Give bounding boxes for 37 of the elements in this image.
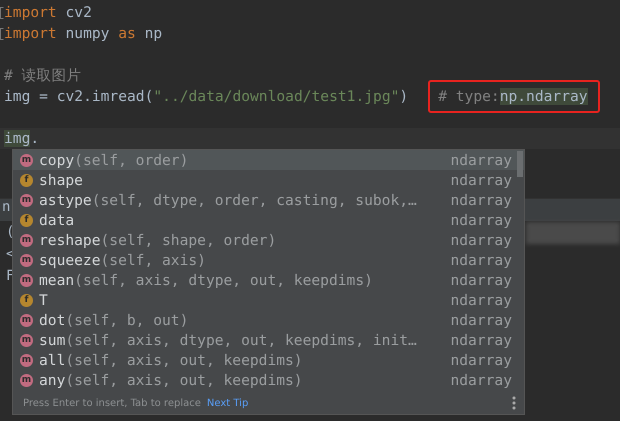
method-icon: m <box>20 314 33 326</box>
method-icon: m <box>20 254 33 266</box>
fold-marker-icon[interactable] <box>0 28 4 40</box>
method-icon: m <box>20 334 33 346</box>
next-tip-link[interactable]: Next Tip <box>206 398 248 408</box>
field-icon: f <box>20 214 33 226</box>
completion-item[interactable]: m all(self, axis, out, keepdims) ndarray <box>13 350 524 370</box>
completion-item[interactable]: m dot(self, b, out) ndarray <box>13 310 524 330</box>
code-text: import cv2 <box>4 4 92 21</box>
method-icon: m <box>20 154 33 166</box>
fold-marker-icon[interactable] <box>0 6 4 18</box>
field-icon: f <box>20 294 33 306</box>
code-text: # 读取图片 <box>4 66 82 85</box>
scrollbar-thumb[interactable] <box>517 151 523 177</box>
more-icon[interactable] <box>512 396 516 410</box>
completion-item[interactable]: f shape ndarray <box>13 170 524 190</box>
method-icon: m <box>20 234 33 246</box>
completion-item[interactable]: m copy(self, order) ndarray <box>13 150 524 170</box>
header-text: n <box>2 199 10 217</box>
type-comment: # type:np.ndarray <box>438 88 588 105</box>
console-text: ( <box>6 224 14 242</box>
completion-item[interactable]: m mean(self, axis, dtype, out, keepdims) ndarray <box>13 270 524 290</box>
completion-item[interactable]: f data ndarray <box>13 210 524 230</box>
completion-item[interactable]: f T ndarray <box>13 290 524 310</box>
code-text: img = cv2.imread("../data/download/test1.jpg") <box>4 88 408 105</box>
method-icon: m <box>20 274 33 286</box>
completion-item[interactable]: m any(self, axis, out, keepdims) ndarray <box>13 370 524 390</box>
completion-item[interactable]: m sum(self, axis, dtype, out, keepdims, init… ndarray <box>13 330 524 350</box>
field-icon: f <box>20 174 33 186</box>
completion-item[interactable]: m reshape(self, shape, order) ndarray <box>13 230 524 250</box>
completion-item[interactable]: m squeeze(self, axis) ndarray <box>13 250 524 270</box>
code-text: import numpy as np <box>4 25 162 42</box>
method-icon: m <box>20 374 33 386</box>
method-icon: m <box>20 354 33 366</box>
completion-item[interactable]: m astype(self, dtype, order, casting, subok,… ndarray <box>13 190 524 210</box>
method-icon: m <box>20 194 33 206</box>
hint-text: Press Enter to insert, Tab to replace <box>23 398 201 408</box>
